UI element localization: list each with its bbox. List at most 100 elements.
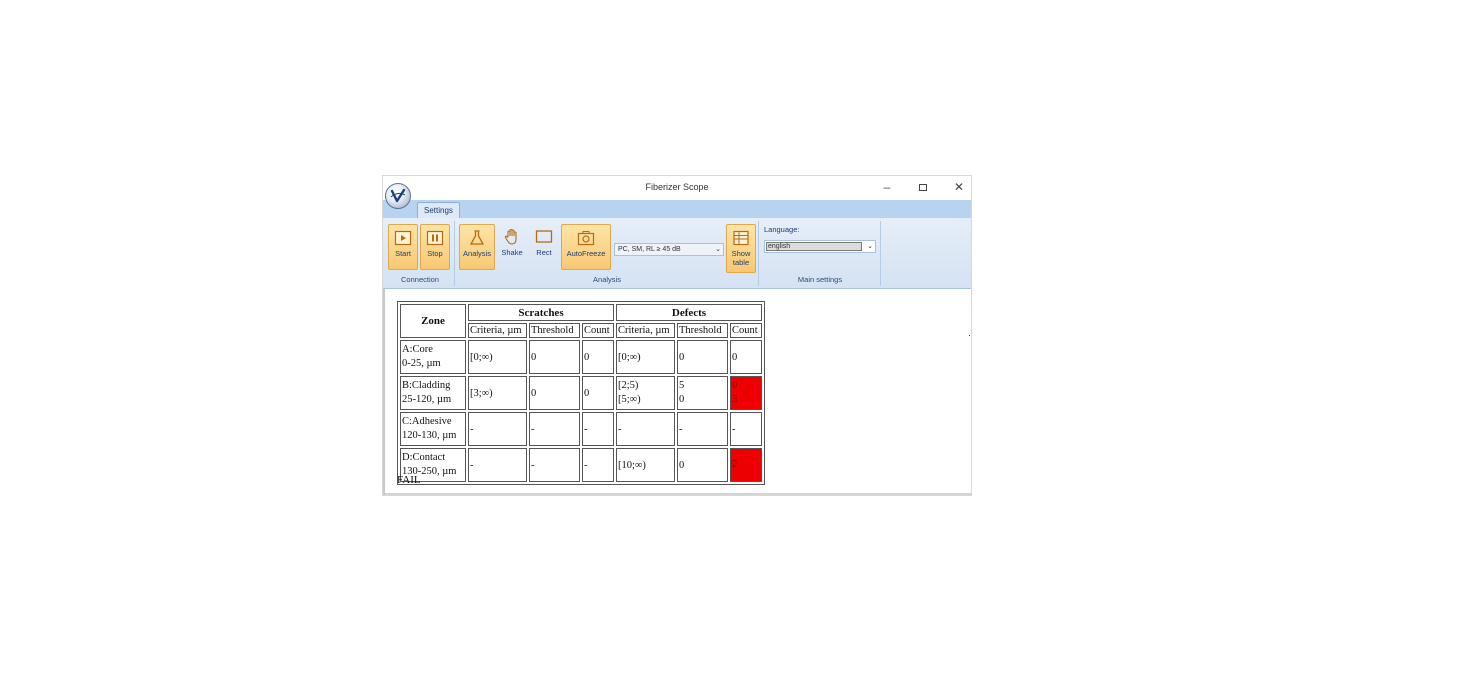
defects-criteria-line: [2;5) <box>618 380 639 391</box>
stop-label: Stop <box>427 249 443 258</box>
ribbon-tab-strip: Settings <box>383 200 971 219</box>
scratches-count-cell: - <box>582 412 614 446</box>
play-icon <box>394 230 412 246</box>
scratches-criteria-cell: - <box>468 448 527 482</box>
scratches-criteria-cell: - <box>468 412 527 446</box>
scratches-criteria-cell: [3;∞) <box>468 376 527 410</box>
chevron-down-icon: ⌄ <box>867 243 873 250</box>
app-window: Fiberizer Scope – ✕ Settings Start Stop … <box>382 175 972 496</box>
scratches-criteria-header: Criteria, µm <box>468 323 527 338</box>
scratches-threshold-header: Threshold <box>529 323 580 338</box>
start-button[interactable]: Start <box>388 224 418 270</box>
rect-label: Rect <box>536 248 552 257</box>
zone-range: 120-130, µm <box>402 430 457 441</box>
maximize-icon <box>919 184 927 191</box>
ribbon: Start Stop Connection Analysis Shake Rec… <box>383 218 971 289</box>
defects-threshold-cell: 50 <box>677 376 728 410</box>
analysis-button[interactable]: Analysis <box>459 224 495 270</box>
title-bar: Fiberizer Scope – ✕ <box>383 176 971 200</box>
tab-settings[interactable]: Settings <box>417 202 460 219</box>
language-label: Language: <box>764 225 800 234</box>
scratches-count-cell: - <box>582 448 614 482</box>
connection-group: Start Stop Connection <box>386 221 455 286</box>
zone-header: Zone <box>400 304 466 338</box>
defects-criteria-cell: [2;5) [5;∞) <box>616 376 675 410</box>
rect-button[interactable]: Rect <box>529 224 559 270</box>
defects-count-line: 3 <box>732 394 738 405</box>
start-label: Start <box>395 249 411 258</box>
defects-count-line: 0 <box>732 380 738 391</box>
maximize-button[interactable] <box>915 179 931 195</box>
language-select-value: english <box>766 242 862 251</box>
stray-pixel <box>969 335 970 336</box>
show-table-button[interactable]: Show table <box>726 224 756 273</box>
table-row: D:Contact 130-250, µm - - - [10;∞) 0 2 <box>400 448 762 482</box>
window-bottom-edge <box>385 493 971 495</box>
minimize-button[interactable]: – <box>879 179 895 195</box>
defects-count-header: Count <box>730 323 762 338</box>
defects-criteria-line: [5;∞) <box>618 394 641 405</box>
analysis-group-label: Analysis <box>593 275 621 284</box>
pause-icon <box>426 230 444 246</box>
zone-name: D:Contact <box>402 452 446 463</box>
scratches-threshold-cell: - <box>529 412 580 446</box>
stop-button[interactable]: Stop <box>420 224 450 270</box>
defects-threshold-line: 0 <box>679 394 685 405</box>
language-select[interactable]: english ⌄ <box>764 240 876 253</box>
flask-icon <box>469 230 485 245</box>
zone-cell: C:Adhesive 120-130, µm <box>400 412 466 446</box>
chevron-down-icon: ⌄ <box>715 246 721 253</box>
defects-threshold-cell: - <box>677 412 728 446</box>
autofreeze-button[interactable]: AutoFreeze <box>561 224 611 270</box>
report-area: Zone Scratches Defects Criteria, µm Thre… <box>383 289 971 495</box>
defects-count-cell-fail: 2 <box>730 448 762 482</box>
show-table-label-1: Show <box>731 249 751 258</box>
connection-group-label: Connection <box>401 275 439 284</box>
table-row: C:Adhesive 120-130, µm - - - - - - <box>400 412 762 446</box>
zone-cell: A:Core 0-25, µm <box>400 340 466 374</box>
result-status: FAIL <box>397 474 421 486</box>
defects-criteria-cell: [10;∞) <box>616 448 675 482</box>
defects-count-cell: - <box>730 412 762 446</box>
defects-count-cell: 0 <box>730 340 762 374</box>
main-settings-group-label: Main settings <box>797 275 843 284</box>
close-button[interactable]: ✕ <box>951 179 967 195</box>
defects-criteria-header: Criteria, µm <box>616 323 675 338</box>
shake-label: Shake <box>501 248 523 257</box>
results-table: Zone Scratches Defects Criteria, µm Thre… <box>397 301 765 485</box>
scratches-header: Scratches <box>468 304 614 321</box>
zone-cell: B:Cladding 25-120, µm <box>400 376 466 410</box>
profile-select-value: PC, SM, RL ≥ 45 dB <box>618 246 681 253</box>
analysis-group: Analysis Shake Rect AutoFreeze PC, SM, R… <box>456 221 759 286</box>
zone-range: 25-120, µm <box>402 394 452 405</box>
scratches-threshold-cell: 0 <box>529 376 580 410</box>
zone-name: B:Cladding <box>402 380 451 391</box>
defects-header: Defects <box>616 304 762 321</box>
defects-threshold-line: 5 <box>679 380 685 391</box>
main-settings-group: Language: english ⌄ Main settings <box>760 221 881 286</box>
scratches-criteria-cell: [0;∞) <box>468 340 527 374</box>
table-icon <box>733 230 749 246</box>
defects-threshold-cell: 0 <box>677 340 728 374</box>
shake-button[interactable]: Shake <box>497 224 527 270</box>
defects-threshold-header: Threshold <box>677 323 728 338</box>
scratches-threshold-cell: - <box>529 448 580 482</box>
rectangle-icon <box>535 230 553 243</box>
autofreeze-label: AutoFreeze <box>566 249 606 258</box>
scratches-count-header: Count <box>582 323 614 338</box>
analysis-label: Analysis <box>463 249 491 258</box>
scratches-threshold-cell: 0 <box>529 340 580 374</box>
scratches-count-cell: 0 <box>582 340 614 374</box>
show-table-label-2: table <box>732 258 750 267</box>
defects-threshold-cell: 0 <box>677 448 728 482</box>
profile-select[interactable]: PC, SM, RL ≥ 45 dB ⌄ <box>614 243 724 256</box>
zone-name: A:Core <box>402 344 433 355</box>
app-logo-icon[interactable] <box>385 183 411 209</box>
table-header-row: Zone Scratches Defects <box>400 304 762 338</box>
defects-criteria-cell: [0;∞) <box>616 340 675 374</box>
defects-count-cell-fail: 03 <box>730 376 762 410</box>
table-row: B:Cladding 25-120, µm [3;∞) 0 0 [2;5) [5;∞… <box>400 376 762 410</box>
zone-range: 0-25, µm <box>402 358 441 369</box>
zone-name: C:Adhesive <box>402 416 452 427</box>
defects-criteria-cell: - <box>616 412 675 446</box>
